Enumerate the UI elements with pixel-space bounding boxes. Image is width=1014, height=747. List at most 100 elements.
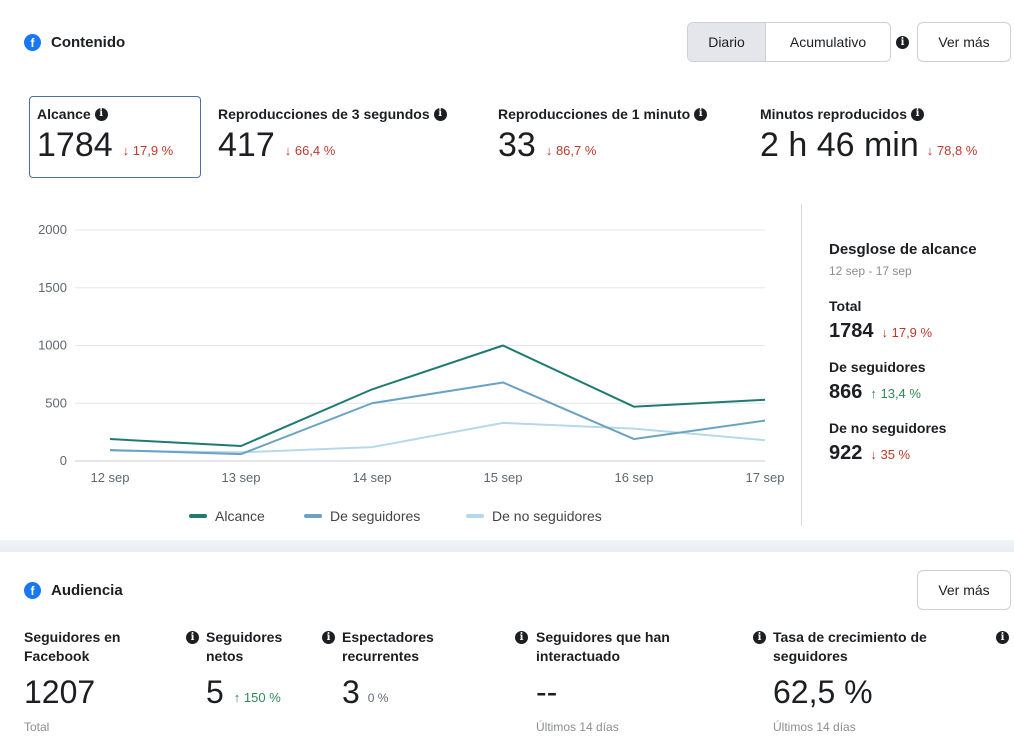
- metric-label: Seguidores en: [24, 629, 121, 645]
- info-icon[interactable]: i: [515, 631, 528, 644]
- metric-label: Minutos reproducidos: [760, 106, 907, 122]
- legend-swatch: [466, 514, 484, 518]
- y-tick-label: 0: [60, 453, 67, 468]
- legend-label: Alcance: [215, 508, 265, 524]
- breakdown-delta: ↓ 35 %: [870, 447, 911, 462]
- legend-label: De no seguidores: [492, 508, 602, 524]
- y-tick-label: 500: [45, 395, 67, 410]
- info-icon[interactable]: i: [896, 36, 909, 49]
- metric-value: 1784: [37, 126, 113, 164]
- legend-de-no-seguidores[interactable]: De no seguidores: [466, 508, 602, 524]
- breakdown-delta: ↑ 13,4 %: [870, 386, 921, 401]
- metric-reach[interactable]: Alcance i 1784 ↓ 17,9 %: [37, 106, 173, 162]
- x-tick-label: 15 sep: [483, 470, 522, 485]
- metric-foot: Últimos 14 días: [536, 720, 619, 734]
- section-divider: [0, 540, 1014, 552]
- metric-label: Reproducciones de 1 minuto: [498, 106, 691, 122]
- metric-label: Seguidores: [206, 629, 283, 645]
- info-icon[interactable]: i: [753, 631, 766, 644]
- audience-metric-growth-rate: Tasa de crecimiento de seguidores 62,5 %…: [773, 628, 927, 734]
- info-icon[interactable]: i: [996, 631, 1009, 644]
- metric-label: Tasa de crecimiento de: [773, 629, 927, 645]
- metric-label: recurrentes: [342, 648, 420, 664]
- info-icon[interactable]: i: [694, 107, 708, 121]
- audience-header: f Audiencia: [24, 582, 123, 599]
- breakdown-value: 1784: [829, 320, 874, 342]
- audience-metric-engaged-followers: Seguidores que han interactuado -- Últim…: [536, 628, 670, 734]
- legend-label: De seguidores: [330, 508, 421, 524]
- facebook-icon: f: [24, 34, 41, 51]
- view-toggle: Diario Acumulativo: [687, 22, 891, 62]
- x-tick-label: 13 sep: [221, 470, 260, 485]
- metric-value: 3: [342, 674, 360, 710]
- breakdown-delta: ↓ 17,9 %: [881, 325, 933, 340]
- side-divider: [801, 204, 802, 526]
- breakdown-title: Desglose de alcance: [829, 241, 977, 258]
- legend-swatch: [304, 514, 322, 518]
- x-tick-label: 17 sep: [745, 470, 784, 485]
- see-more-audience-button[interactable]: Ver más: [917, 570, 1011, 610]
- metric-label: Alcance: [37, 106, 91, 122]
- info-icon[interactable]: i: [433, 107, 447, 121]
- metric-label: Espectadores: [342, 629, 434, 645]
- metric-3s-plays[interactable]: Reproducciones de 3 segundos i 417 ↓ 66,4…: [218, 106, 447, 162]
- metric-delta: 0 %: [367, 691, 389, 705]
- breakdown-followers: De seguidores 866 ↑ 13,4 %: [829, 359, 977, 404]
- metric-delta: ↓ 78,8 %: [926, 143, 978, 158]
- metric-minutes-played[interactable]: Minutos reproducidos i 2 h 46 min ↓ 78,8 …: [760, 106, 977, 162]
- metric-delta: ↓ 17,9 %: [122, 143, 174, 158]
- facebook-icon: f: [24, 582, 41, 599]
- info-icon[interactable]: i: [911, 107, 924, 121]
- legend-de-seguidores[interactable]: De seguidores: [304, 508, 420, 524]
- metric-delta: ↓ 86,7 %: [545, 143, 597, 158]
- metric-value: 62,5 %: [773, 674, 873, 710]
- audience-metric-returning-viewers: Espectadores recurrentes 3 0 %: [342, 628, 434, 708]
- info-icon[interactable]: i: [322, 631, 335, 644]
- metric-value: 5: [206, 674, 224, 710]
- metric-value: 33: [498, 126, 536, 164]
- legend-alcance[interactable]: Alcance: [189, 508, 265, 524]
- content-header: f Contenido: [24, 34, 125, 51]
- y-tick-label: 1000: [38, 338, 67, 353]
- x-tick-label: 14 sep: [352, 470, 391, 485]
- audience-metric-followers: Seguidores en Facebook 1207 Total: [24, 628, 120, 734]
- metric-label: interactuado: [536, 648, 621, 664]
- reach-breakdown: Desglose de alcance 12 sep - 17 sep Tota…: [829, 241, 977, 465]
- breakdown-non-followers: De no seguidores 922 ↓ 35 %: [829, 420, 977, 465]
- breakdown-range: 12 sep - 17 sep: [829, 264, 912, 278]
- breakdown-label: Total: [829, 298, 862, 314]
- metric-label: netos: [206, 648, 244, 664]
- breakdown-value: 922: [829, 442, 863, 464]
- breakdown-value: 866: [829, 381, 863, 403]
- reach-line-chart: 0 500 1000 1500 2000 12 sep 13 sep 14 sep 15 se…: [38, 222, 784, 485]
- metric-delta: ↓ 66,4 %: [284, 143, 336, 158]
- metric-label: Facebook: [24, 648, 90, 664]
- metric-delta: ↑ 150 %: [233, 690, 281, 705]
- metric-foot: Total: [24, 720, 50, 734]
- legend-swatch: [189, 514, 207, 518]
- metric-value: --: [536, 674, 558, 710]
- series-line-2: [109, 421, 766, 454]
- y-tick-label: 1500: [38, 280, 67, 295]
- x-tick-label: 12 sep: [90, 470, 129, 485]
- metric-label: seguidores: [773, 648, 848, 664]
- content-title: Contenido: [51, 34, 126, 51]
- metric-foot: Últimos 14 días: [773, 720, 856, 734]
- see-more-content-button[interactable]: Ver más: [917, 22, 1011, 62]
- toggle-cumulative[interactable]: Acumulativo: [766, 23, 890, 61]
- breakdown-label: De seguidores: [829, 359, 926, 375]
- metric-value: 1207: [24, 674, 96, 710]
- audience-metric-net-followers: Seguidores netos 5 ↑ 150 %: [206, 628, 282, 708]
- breakdown-label: De no seguidores: [829, 420, 947, 436]
- x-tick-label: 16 sep: [614, 470, 653, 485]
- audience-title: Audiencia: [51, 582, 123, 599]
- info-icon[interactable]: i: [94, 107, 108, 121]
- metric-value: 417: [218, 126, 275, 164]
- info-icon[interactable]: i: [186, 631, 199, 644]
- metric-label: Seguidores que han: [536, 629, 670, 645]
- metric-label: Reproducciones de 3 segundos: [218, 106, 430, 122]
- metric-value: 2 h 46 min: [760, 126, 919, 164]
- metric-1m-plays[interactable]: Reproducciones de 1 minuto i 33 ↓ 86,7 %: [498, 106, 708, 164]
- breakdown-total: Total 1784 ↓ 17,9 %: [829, 298, 977, 343]
- toggle-daily[interactable]: Diario: [688, 23, 766, 61]
